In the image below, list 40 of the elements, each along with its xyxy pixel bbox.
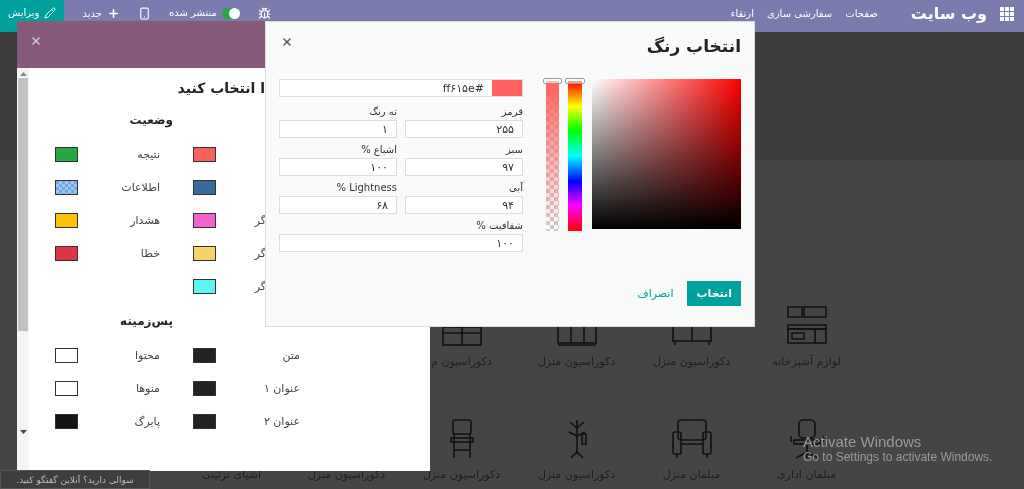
color-label: متن	[281, 349, 300, 362]
field-label: اشباع %	[360, 143, 397, 156]
input-field[interactable]: ۹۴	[405, 196, 523, 214]
field-label: ته رنگ	[368, 105, 397, 118]
activation-notice-text: Go to Settings to activate Windows.	[803, 450, 993, 464]
nav-menu-item[interactable]: ارتقاء	[730, 8, 754, 20]
field-label: سبز	[504, 143, 523, 156]
hex-input-field[interactable]: ff۶۱۵e#	[279, 79, 523, 97]
field-label: قرمز	[500, 105, 523, 118]
input-field[interactable]: ۹۷	[405, 158, 523, 176]
input-field[interactable]: ۶۸	[279, 196, 397, 214]
color-label: نتیجه	[136, 148, 160, 161]
color-label: عنوان ۲	[262, 415, 300, 428]
site-brand[interactable]: وب سایت	[910, 6, 987, 22]
color-label: منوها	[134, 382, 160, 395]
nav-menu-item[interactable]: صفحات	[845, 8, 878, 20]
chat-button[interactable]: سوالی دارید؟ آنلاین گفتگو کنید.	[0, 470, 150, 489]
section-title: پس‌زمینه	[119, 313, 173, 330]
new-link[interactable]: جدید	[82, 7, 102, 20]
panel-title: ا انتخاب کنید	[176, 80, 265, 98]
section-title: وضعیت	[128, 112, 173, 130]
activation-notice-title: Activate Windows	[803, 433, 923, 450]
nav-menu-item[interactable]: سفارشی سازی	[766, 8, 833, 20]
field-label: % Lightness	[335, 181, 397, 194]
color-label: پابرگ	[133, 415, 160, 428]
input-field[interactable]: ۱۰۰	[279, 158, 397, 176]
color-label: محتوا	[133, 349, 160, 362]
select-button[interactable]: انتخاب	[687, 281, 741, 306]
color-label: اطلاعات	[120, 181, 160, 194]
dialog-title: انتخاب رنگ	[646, 36, 741, 56]
cancel-link[interactable]: انصراف	[637, 287, 674, 300]
published-label: منتشر شده	[168, 7, 217, 19]
input-field[interactable]: ۱۰۰	[279, 234, 523, 252]
color-label: خطا	[139, 247, 160, 260]
color-label: عنوان ۱	[262, 382, 300, 395]
input-field[interactable]: ۲۵۵	[405, 120, 523, 138]
input-field[interactable]: ۱	[279, 120, 397, 138]
color-label: هشدار	[128, 214, 160, 227]
field-label: آبی	[508, 181, 523, 194]
field-label: شفافیت %	[475, 219, 523, 232]
